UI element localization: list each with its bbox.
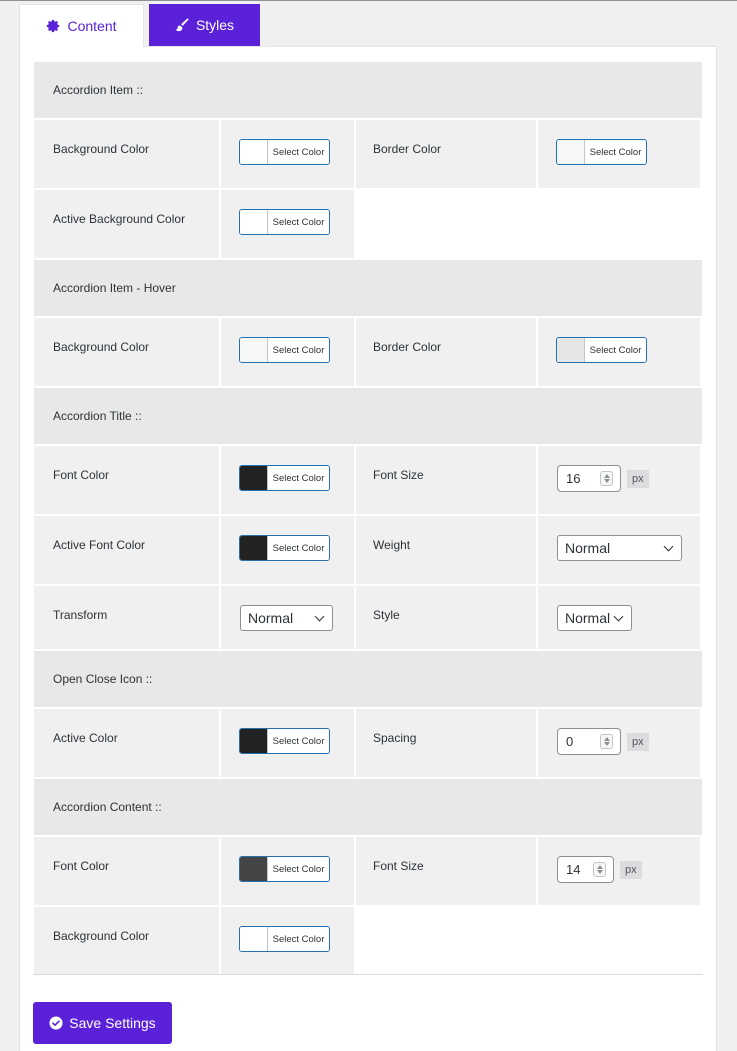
section-header-accordion-item-hover: Accordion Item - Hover (34, 260, 702, 316)
chevron-down-icon (314, 611, 325, 622)
field-label: Background Color (53, 340, 150, 354)
field-label: Transform (53, 608, 108, 622)
select-color-label: Select Color (268, 140, 329, 164)
settings-table: Accordion Item :: Background Color Selec… (34, 62, 702, 977)
icon-active-color-picker[interactable]: Select Color (239, 728, 330, 754)
number-spinner[interactable] (593, 862, 606, 877)
select-color-label: Select Color (268, 729, 329, 753)
field-label: Active Background Color (53, 212, 186, 226)
color-swatch (240, 857, 268, 881)
number-spinner[interactable] (600, 734, 613, 749)
chevron-down-icon (663, 541, 674, 552)
item-active-background-color-picker[interactable]: Select Color (239, 209, 330, 235)
settings-row: Background Color Select Color Border Col… (34, 318, 702, 386)
select-value: Normal (565, 540, 611, 556)
color-swatch (240, 210, 268, 234)
field-label: Active Font Color (53, 538, 146, 552)
field-label: Spacing (373, 731, 417, 745)
settings-row: Active Background Color Select Color (34, 190, 702, 258)
field-label: Font Color (53, 859, 110, 873)
field-label: Font Color (53, 468, 110, 482)
field-label: Font Size (373, 468, 424, 482)
style-select[interactable]: Normal (557, 605, 632, 631)
unit-label: px (627, 733, 649, 751)
icon-spacing-input[interactable]: 0 (557, 728, 621, 755)
item-background-color-picker[interactable]: Select Color (239, 139, 330, 165)
field-label: Background Color (53, 142, 150, 156)
select-color-label: Select Color (585, 338, 646, 362)
select-color-label: Select Color (268, 536, 329, 560)
hover-border-color-picker[interactable]: Select Color (556, 337, 647, 363)
field-label: Border Color (373, 340, 442, 354)
item-border-color-picker[interactable]: Select Color (556, 139, 647, 165)
section-header-accordion-content: Accordion Content :: (34, 779, 702, 835)
gear-icon (47, 19, 60, 33)
title-font-color-picker[interactable]: Select Color (239, 465, 330, 491)
color-swatch (240, 140, 268, 164)
settings-row: Transform Normal Style Normal (34, 586, 702, 649)
settings-row: Font Color Select Color Font Size 16 px (34, 446, 702, 514)
color-swatch (240, 536, 268, 560)
select-color-label: Select Color (268, 338, 329, 362)
section-header-accordion-title: Accordion Title :: (34, 388, 702, 444)
section-header-accordion-item: Accordion Item :: (34, 62, 702, 118)
select-color-label: Select Color (268, 466, 329, 490)
title-active-font-color-picker[interactable]: Select Color (239, 535, 330, 561)
field-label: Background Color (53, 929, 150, 943)
content-font-size-input[interactable]: 14 (557, 856, 614, 883)
check-circle-icon (49, 1016, 63, 1030)
input-value: 0 (566, 734, 574, 749)
color-swatch (557, 338, 585, 362)
content-background-color-picker[interactable]: Select Color (239, 926, 330, 952)
tab-styles-label: Styles (195, 17, 235, 33)
field-label: Font Size (373, 859, 424, 873)
tab-content[interactable]: Content (19, 4, 144, 47)
save-settings-label: Save Settings (69, 1015, 156, 1031)
settings-row: Active Font Color Select Color Weight No… (34, 516, 702, 584)
settings-row: Font Color Select Color Font Size 14 px (34, 837, 702, 905)
settings-row: Active Color Select Color Spacing 0 px (34, 709, 702, 777)
field-label: Style (373, 608, 400, 622)
transform-select[interactable]: Normal (240, 605, 333, 631)
select-color-label: Select Color (268, 857, 329, 881)
title-font-size-input[interactable]: 16 (557, 465, 621, 492)
tab-styles[interactable]: Styles (149, 4, 260, 46)
select-color-label: Select Color (268, 210, 329, 234)
number-spinner[interactable] (600, 471, 613, 486)
color-swatch (240, 927, 268, 951)
color-swatch (240, 729, 268, 753)
chevron-down-icon (613, 611, 624, 622)
tab-content-label: Content (67, 18, 117, 34)
field-label: Border Color (373, 142, 442, 156)
select-value: Normal (565, 610, 611, 626)
select-value: Normal (248, 610, 294, 626)
color-swatch (557, 140, 585, 164)
hover-background-color-picker[interactable]: Select Color (239, 337, 330, 363)
divider (33, 974, 703, 975)
unit-label: px (627, 470, 649, 488)
select-color-label: Select Color (268, 927, 329, 951)
settings-row: Background Color Select Color (34, 907, 702, 975)
top-border-line (0, 0, 737, 1)
select-color-label: Select Color (585, 140, 646, 164)
input-value: 14 (566, 862, 581, 877)
color-swatch (240, 466, 268, 490)
settings-row: Background Color Select Color Border Col… (34, 120, 702, 188)
section-header-open-close-icon: Open Close Icon :: (34, 651, 702, 707)
unit-label: px (620, 861, 642, 879)
weight-select[interactable]: Normal (557, 535, 682, 561)
content-font-color-picker[interactable]: Select Color (239, 856, 330, 882)
field-label: Active Color (53, 731, 118, 745)
input-value: 16 (566, 471, 581, 486)
field-label: Weight (373, 538, 411, 552)
save-settings-button[interactable]: Save Settings (33, 1002, 172, 1044)
brush-icon (175, 18, 189, 32)
color-swatch (240, 338, 268, 362)
